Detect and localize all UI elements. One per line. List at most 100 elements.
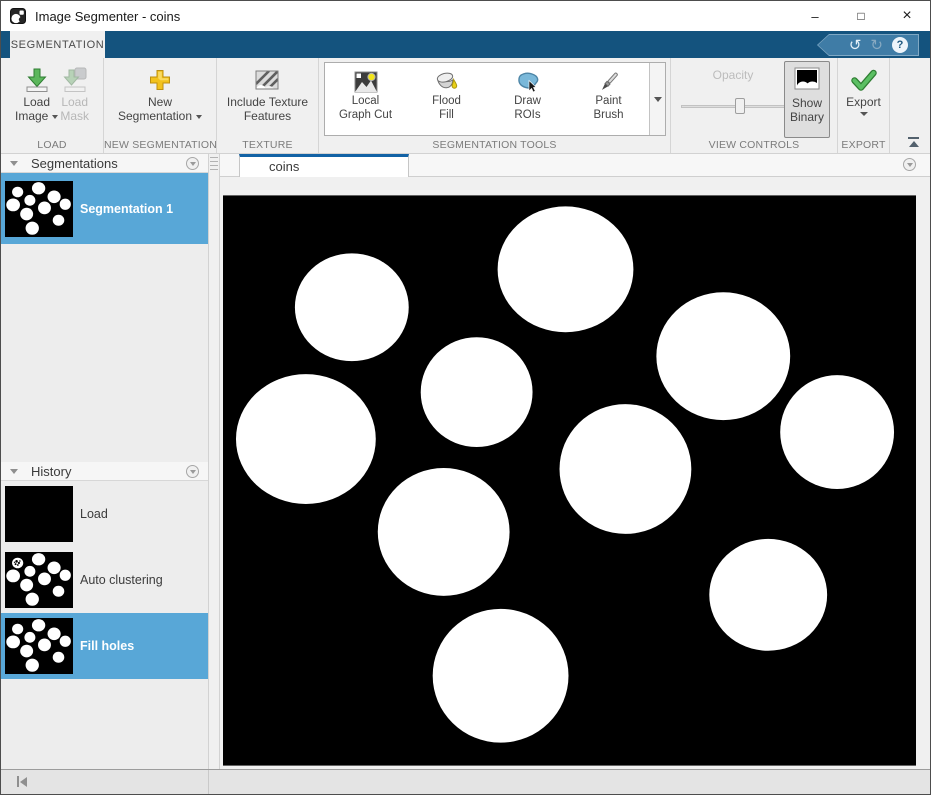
load-mask-label-1: Load bbox=[61, 95, 88, 109]
panel-splitter[interactable] bbox=[208, 154, 220, 769]
load-image-label-1: Load bbox=[23, 95, 50, 109]
section-label-new-segmentation: NEW SEGMENTATION bbox=[104, 139, 216, 151]
history-item-load[interactable]: Load bbox=[1, 481, 208, 547]
history-item-auto-clustering[interactable]: Auto clustering bbox=[1, 547, 208, 613]
ribbon-tabstrip: SEGMENTATION ↺ ↻ ? bbox=[1, 31, 930, 58]
collapse-caret-icon bbox=[10, 469, 18, 474]
history-item-label: Fill holes bbox=[80, 639, 134, 653]
image-viewport bbox=[220, 177, 930, 769]
close-button[interactable]: × bbox=[884, 1, 930, 31]
binary-image[interactable] bbox=[223, 195, 916, 766]
paint-brush-icon bbox=[597, 70, 621, 94]
panel-menu-icon[interactable] bbox=[186, 465, 199, 478]
local-graph-cut-icon bbox=[354, 71, 378, 93]
history-thumbnail-fill-holes bbox=[5, 618, 73, 674]
document-menu-icon[interactable] bbox=[903, 158, 916, 171]
flood-fill-label-2: Fill bbox=[439, 109, 454, 123]
new-segmentation-label-1: New bbox=[148, 95, 172, 109]
collapse-caret-icon bbox=[10, 161, 18, 166]
flood-fill-button[interactable]: Flood Fill bbox=[406, 63, 487, 135]
export-check-icon bbox=[851, 69, 877, 91]
redo-icon: ↻ bbox=[870, 38, 883, 53]
export-button[interactable]: Export bbox=[846, 58, 881, 116]
titlebar: Image Segmenter - coins – □ × bbox=[1, 1, 930, 31]
new-segmentation-button[interactable]: New Segmentation bbox=[118, 58, 202, 123]
collapse-ribbon-button[interactable] bbox=[907, 137, 920, 147]
load-image-icon bbox=[24, 67, 50, 93]
load-image-label-2: Image bbox=[15, 109, 58, 123]
draw-rois-label-2: ROIs bbox=[514, 109, 540, 123]
main-content: Segmentations Segmentation 1 History Loa… bbox=[1, 154, 930, 769]
panel-menu-icon[interactable] bbox=[186, 157, 199, 170]
statusbar bbox=[1, 769, 930, 794]
splitter-grip-icon bbox=[210, 157, 218, 172]
new-segmentation-label-2: Segmentation bbox=[118, 109, 202, 123]
window-controls: – □ × bbox=[792, 1, 930, 31]
include-texture-label-1: Include Texture bbox=[227, 95, 308, 109]
image-segmenter-window: Image Segmenter - coins – □ × SEGMENTATI… bbox=[0, 0, 931, 795]
segmentation-thumbnail bbox=[5, 181, 73, 237]
segmentation-list-item[interactable]: Segmentation 1 bbox=[1, 173, 208, 244]
section-view-controls: Opacity bbox=[671, 58, 838, 153]
document-area: coins bbox=[220, 154, 930, 769]
include-texture-label-2: Features bbox=[244, 109, 291, 123]
help-icon[interactable]: ? bbox=[892, 37, 908, 53]
dropdown-arrow-icon bbox=[52, 115, 58, 119]
section-label-export: EXPORT bbox=[838, 139, 889, 151]
segmentations-panel-header[interactable]: Segmentations bbox=[1, 154, 208, 173]
show-binary-label-1: Show bbox=[792, 96, 822, 110]
opacity-slider bbox=[681, 98, 785, 114]
section-load: Load Image Load Mask LOAD bbox=[1, 58, 104, 153]
draw-rois-icon bbox=[515, 70, 541, 94]
texture-icon bbox=[254, 68, 280, 92]
draw-rois-label-1: Draw bbox=[514, 95, 541, 109]
section-segmentation-tools: Local Graph Cut Flood Fill bbox=[319, 58, 671, 153]
history-panel-title: History bbox=[31, 464, 71, 479]
section-texture: Include Texture Features TEXTURE bbox=[217, 58, 319, 153]
show-binary-label-2: Binary bbox=[790, 110, 824, 124]
dropdown-arrow-icon bbox=[196, 115, 202, 119]
maximize-button[interactable]: □ bbox=[838, 1, 884, 31]
dropdown-arrow-icon bbox=[860, 112, 868, 116]
quick-access-toolbar: ↺ ↻ ? bbox=[817, 34, 919, 56]
window-title: Image Segmenter - coins bbox=[35, 9, 180, 24]
collapse-panel-button[interactable] bbox=[17, 776, 27, 787]
show-binary-toggle[interactable]: Show Binary bbox=[784, 61, 830, 138]
section-new-segmentation: New Segmentation NEW SEGMENTATION bbox=[104, 58, 217, 153]
draw-rois-button[interactable]: Draw ROIs bbox=[487, 63, 568, 135]
browser-panel: Segmentations Segmentation 1 History Loa… bbox=[1, 154, 208, 769]
history-item-fill-holes[interactable]: Fill holes bbox=[1, 613, 208, 679]
paint-brush-label-1: Paint bbox=[595, 95, 621, 109]
document-tabbar: coins bbox=[220, 154, 930, 177]
app-icon bbox=[10, 8, 26, 24]
local-graph-cut-label-1: Local bbox=[352, 95, 380, 109]
history-panel-empty-area bbox=[1, 679, 208, 769]
gallery-dropdown-button[interactable] bbox=[649, 63, 665, 135]
opacity-slider-thumb[interactable] bbox=[735, 98, 745, 114]
new-segmentation-icon bbox=[148, 68, 172, 92]
segmentation-item-label: Segmentation 1 bbox=[80, 202, 173, 216]
export-label: Export bbox=[846, 95, 881, 109]
chevron-up-icon bbox=[909, 141, 919, 147]
section-export: Export EXPORT bbox=[838, 58, 890, 153]
tab-coins[interactable]: coins bbox=[239, 154, 409, 177]
ribbon-toolbar: Load Image Load Mask LOAD bbox=[1, 58, 930, 154]
undo-icon[interactable]: ↺ bbox=[849, 38, 862, 53]
tab-segmentation[interactable]: SEGMENTATION bbox=[10, 31, 105, 58]
section-label-load: LOAD bbox=[1, 139, 103, 151]
opacity-slider-track bbox=[681, 105, 785, 108]
statusbar-divider bbox=[208, 770, 209, 794]
section-label-segmentation-tools: SEGMENTATION TOOLS bbox=[319, 139, 670, 151]
load-mask-label-2: Mask bbox=[60, 109, 89, 123]
minimize-button[interactable]: – bbox=[792, 1, 838, 31]
history-item-label: Load bbox=[80, 507, 108, 521]
history-thumbnail-auto-clustering bbox=[5, 552, 73, 608]
section-label-texture: TEXTURE bbox=[217, 139, 318, 151]
paint-brush-button[interactable]: Paint Brush bbox=[568, 63, 649, 135]
opacity-control: Opacity bbox=[681, 68, 785, 114]
history-thumbnail-load bbox=[5, 486, 73, 542]
include-texture-button[interactable]: Include Texture Features bbox=[227, 58, 308, 123]
local-graph-cut-button[interactable]: Local Graph Cut bbox=[325, 63, 406, 135]
history-panel-header[interactable]: History bbox=[1, 462, 208, 481]
local-graph-cut-label-2: Graph Cut bbox=[339, 109, 392, 123]
